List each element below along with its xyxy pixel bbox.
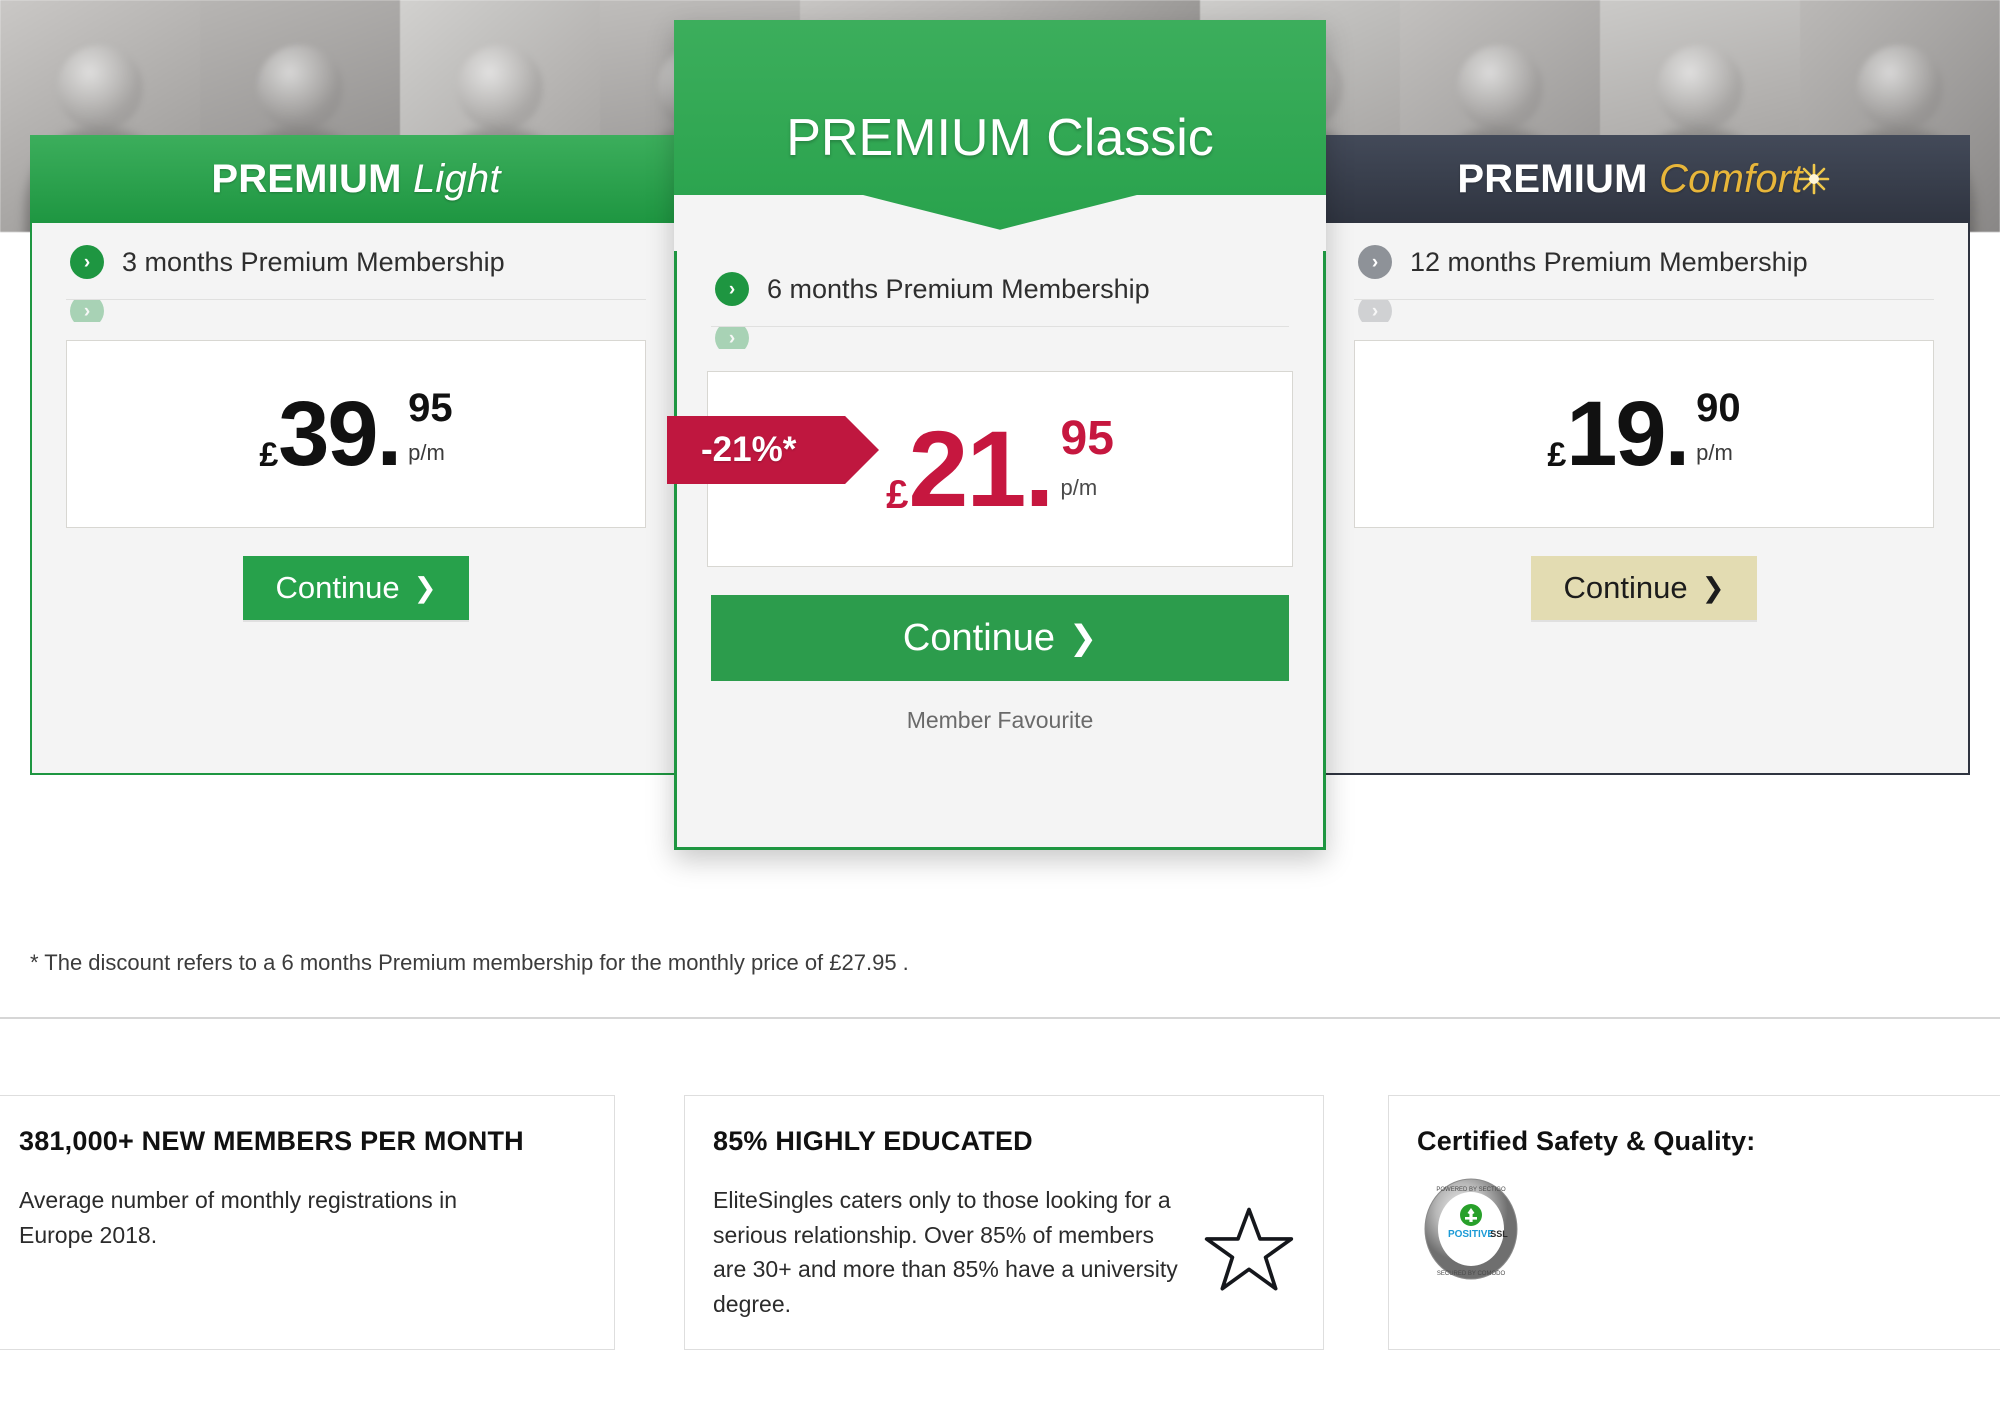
continue-button-premium-light[interactable]: Continue ❯ bbox=[243, 556, 469, 620]
plan-header-premium-comfort: PREMIUM Comfort bbox=[1318, 135, 1970, 223]
price-integer: 39 bbox=[278, 383, 378, 485]
plan-title-bold: PREMIUM bbox=[1457, 157, 1648, 201]
price-separator: . bbox=[1664, 383, 1691, 485]
continue-button-premium-comfort[interactable]: Continue ❯ bbox=[1531, 556, 1757, 620]
price-separator: . bbox=[376, 383, 403, 485]
pricing-page: PREMIUM Light › 3 months Premium Members… bbox=[0, 0, 2000, 1407]
sparkle-icon bbox=[1797, 162, 1831, 196]
plan-features-premium-light: › 3 months Premium Membership › bbox=[32, 223, 680, 322]
price-decimal: 95 bbox=[1060, 412, 1114, 465]
svg-text:POWERED BY SECTIGO: POWERED BY SECTIGO bbox=[1436, 1187, 1506, 1193]
discount-badge: -21%* bbox=[667, 416, 879, 484]
plan-title-light: Classic bbox=[1046, 109, 1214, 167]
chevron-right-icon: ❯ bbox=[1069, 620, 1098, 657]
price-period: p/m bbox=[408, 440, 445, 465]
chevron-right-icon: › bbox=[70, 245, 104, 279]
svg-text:SECURED BY COMODO: SECURED BY COMODO bbox=[1437, 1271, 1506, 1277]
discount-footnote: * The discount refers to a 6 months Prem… bbox=[30, 950, 909, 975]
plan-price: £ 21 . 95 p/m bbox=[886, 415, 1114, 523]
plan-feature-clipped: › bbox=[711, 327, 1289, 349]
price-decimal: 95 bbox=[408, 386, 453, 430]
continue-button-label: Continue bbox=[275, 570, 400, 605]
plan-title-bold: PREMIUM bbox=[211, 157, 402, 201]
info-card-new-members: 381,000+ NEW MEMBERS PER MONTH Average n… bbox=[0, 1095, 615, 1350]
continue-button-label: Continue bbox=[902, 616, 1056, 659]
chevron-right-icon: › bbox=[715, 327, 749, 349]
plan-feature: › 3 months Premium Membership bbox=[66, 223, 646, 300]
plan-price: £ 19 . 90 p/m bbox=[1547, 388, 1740, 480]
plan-price-box-premium-light: £ 39 . 95 p/m bbox=[66, 340, 646, 528]
price-period: p/m bbox=[1696, 440, 1733, 465]
plan-price-box-premium-comfort: £ 19 . 90 p/m bbox=[1354, 340, 1934, 528]
star-outline-icon bbox=[1203, 1204, 1295, 1301]
plan-features-premium-comfort: › 12 months Premium Membership › bbox=[1320, 223, 1968, 322]
chevron-right-icon: ❯ bbox=[413, 572, 437, 603]
info-card-highly-educated: 85% HIGHLY EDUCATED EliteSingles caters … bbox=[684, 1095, 1324, 1350]
plan-feature: › 12 months Premium Membership bbox=[1354, 223, 1934, 300]
positive-ssl-seal-icon: POSITIVE SSL POWERED BY SECTIGO SECURED … bbox=[1417, 1175, 1525, 1288]
continue-button-label: Continue bbox=[1563, 570, 1688, 605]
plan-title-bold: PREMIUM bbox=[786, 109, 1032, 167]
price-separator: . bbox=[1024, 408, 1054, 529]
chevron-right-icon: › bbox=[70, 300, 104, 322]
info-card-certified-safety: Certified Safety & Quality: POSITIVE SSL… bbox=[1388, 1095, 2000, 1350]
header-notch bbox=[674, 195, 1326, 251]
svg-text:POSITIVE: POSITIVE bbox=[1448, 1229, 1494, 1240]
info-cards-row: 381,000+ NEW MEMBERS PER MONTH Average n… bbox=[0, 1095, 2000, 1355]
plan-price: £ 39 . 95 p/m bbox=[259, 388, 452, 480]
chevron-right-icon: › bbox=[1358, 300, 1392, 322]
plan-card-premium-comfort[interactable]: PREMIUM Comfort › 12 months Premium Memb… bbox=[1318, 135, 1970, 775]
plan-features-premium-classic: › 6 months Premium Membership › bbox=[677, 250, 1323, 349]
member-favourite-note: Member Favourite bbox=[906, 707, 1094, 733]
currency-symbol: £ bbox=[1547, 436, 1567, 474]
plan-card-premium-light[interactable]: PREMIUM Light › 3 months Premium Members… bbox=[30, 135, 682, 775]
plan-header-premium-classic: PREMIUM Classic bbox=[674, 20, 1326, 251]
info-card-text: EliteSingles caters only to those lookin… bbox=[713, 1187, 1178, 1317]
info-card-text: Average number of monthly registrations … bbox=[19, 1187, 458, 1248]
plan-feature-label: 12 months Premium Membership bbox=[1410, 246, 1808, 277]
info-card-heading: 381,000+ NEW MEMBERS PER MONTH bbox=[19, 1126, 524, 1156]
price-period: p/m bbox=[1060, 475, 1098, 500]
section-divider bbox=[0, 1017, 2000, 1019]
plan-feature-clipped: › bbox=[1354, 300, 1934, 322]
info-card-heading: Certified Safety & Quality: bbox=[1417, 1126, 1756, 1156]
currency-symbol: £ bbox=[259, 436, 279, 474]
plan-title-light: Comfort bbox=[1658, 157, 1803, 201]
pricing-cards: PREMIUM Light › 3 months Premium Members… bbox=[0, 0, 2000, 880]
plan-title-light: Light bbox=[412, 157, 501, 201]
chevron-right-icon: › bbox=[715, 272, 749, 306]
info-card-heading: 85% HIGHLY EDUCATED bbox=[713, 1126, 1033, 1156]
plan-feature: › 6 months Premium Membership bbox=[711, 250, 1289, 327]
plan-header-premium-light: PREMIUM Light bbox=[30, 135, 682, 223]
plan-feature-label: 6 months Premium Membership bbox=[767, 273, 1150, 304]
chevron-right-icon: › bbox=[1358, 245, 1392, 279]
chevron-right-icon: ❯ bbox=[1701, 572, 1725, 603]
price-integer: 19 bbox=[1566, 383, 1666, 485]
continue-button-premium-classic[interactable]: Continue ❯ bbox=[711, 595, 1289, 681]
plan-card-premium-classic[interactable]: PREMIUM Classic › 6 months Premium Membe… bbox=[667, 20, 1326, 850]
currency-symbol: £ bbox=[886, 473, 909, 517]
plan-feature-clipped: › bbox=[66, 300, 646, 322]
price-integer: 21 bbox=[908, 408, 1026, 529]
price-decimal: 90 bbox=[1696, 386, 1741, 430]
plan-feature-label: 3 months Premium Membership bbox=[122, 246, 505, 277]
svg-text:SSL: SSL bbox=[1490, 1229, 1508, 1239]
